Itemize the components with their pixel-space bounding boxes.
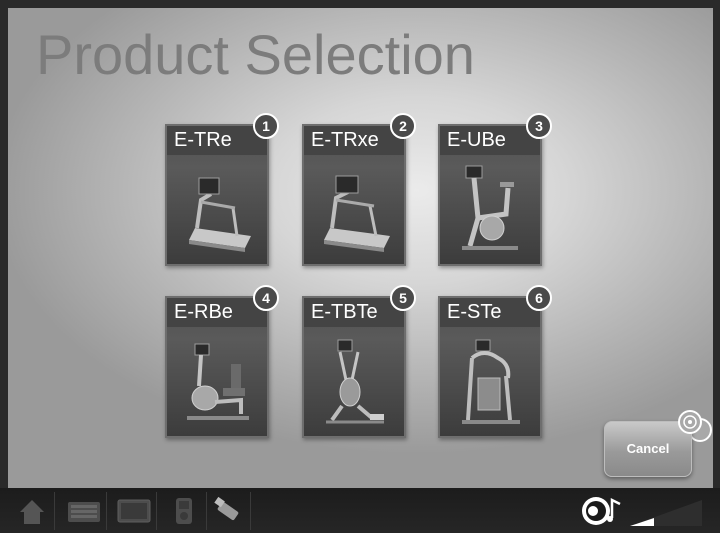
home-button[interactable] (10, 492, 55, 530)
ipod-icon (176, 498, 192, 524)
tile-number-badge: 4 (253, 285, 279, 311)
product-tile-e-ste[interactable]: E-STe 6 (438, 285, 552, 438)
usb-button[interactable] (206, 492, 251, 530)
product-tile-e-trxe[interactable]: E-TRxe 2 (302, 113, 416, 266)
ipod-button[interactable] (162, 492, 207, 530)
product-tile-e-ube[interactable]: E-UBe 3 (438, 113, 552, 266)
tile-number-badge: 1 (253, 113, 279, 139)
tile-number-badge: 3 (526, 113, 552, 139)
tile-label: E-TRe (174, 129, 232, 151)
product-tile-e-rbe[interactable]: E-RBe 4 (165, 285, 279, 438)
tile-label: E-TRxe (311, 129, 379, 151)
treadmill-icon (324, 175, 390, 252)
tile-number-badge: 6 (526, 285, 552, 311)
keyboard-icon (68, 502, 100, 522)
volume-slider[interactable] (626, 496, 706, 528)
audio-icon (582, 497, 621, 525)
keyboard-button[interactable] (62, 492, 107, 530)
total-body-trainer-icon (326, 339, 384, 424)
stepper-icon (462, 339, 520, 424)
tile-label: E-RBe (174, 301, 233, 323)
treadmill-icon (189, 177, 251, 252)
tile-header: E-RBe (167, 298, 267, 327)
tile-label: E-STe (447, 301, 502, 323)
tile-header: E-UBe (440, 126, 540, 155)
help-badge-icon (678, 410, 702, 434)
volume-icon (630, 500, 702, 526)
recumbent-bike-icon (187, 343, 249, 420)
tile-number-badge: 2 (390, 113, 416, 139)
main-area: Product Selection E-TRe 1 E-TRxe 2 E-UBe… (8, 8, 713, 488)
tile-header: E-TBTe (304, 298, 404, 327)
tile-header: E-STe (440, 298, 540, 327)
tile-number-badge: 5 (390, 285, 416, 311)
usb-icon (214, 496, 239, 521)
home-icon (20, 500, 44, 524)
cancel-button[interactable]: Cancel (604, 421, 692, 477)
tv-button[interactable] (112, 492, 157, 530)
product-tile-e-tre[interactable]: E-TRe 1 (165, 113, 279, 266)
upright-bike-icon (462, 165, 518, 250)
tile-label: E-UBe (447, 129, 506, 151)
page-title: Product Selection (36, 23, 475, 86)
tile-header: E-TRxe (304, 126, 404, 155)
screen: Product Selection E-TRe 1 E-TRxe 2 E-UBe… (0, 0, 720, 533)
tile-header: E-TRe (167, 126, 267, 155)
tv-icon (117, 499, 151, 523)
product-tile-e-tbte[interactable]: E-TBTe 5 (302, 285, 416, 438)
audio-button[interactable] (578, 492, 624, 530)
tile-label: E-TBTe (311, 301, 378, 323)
